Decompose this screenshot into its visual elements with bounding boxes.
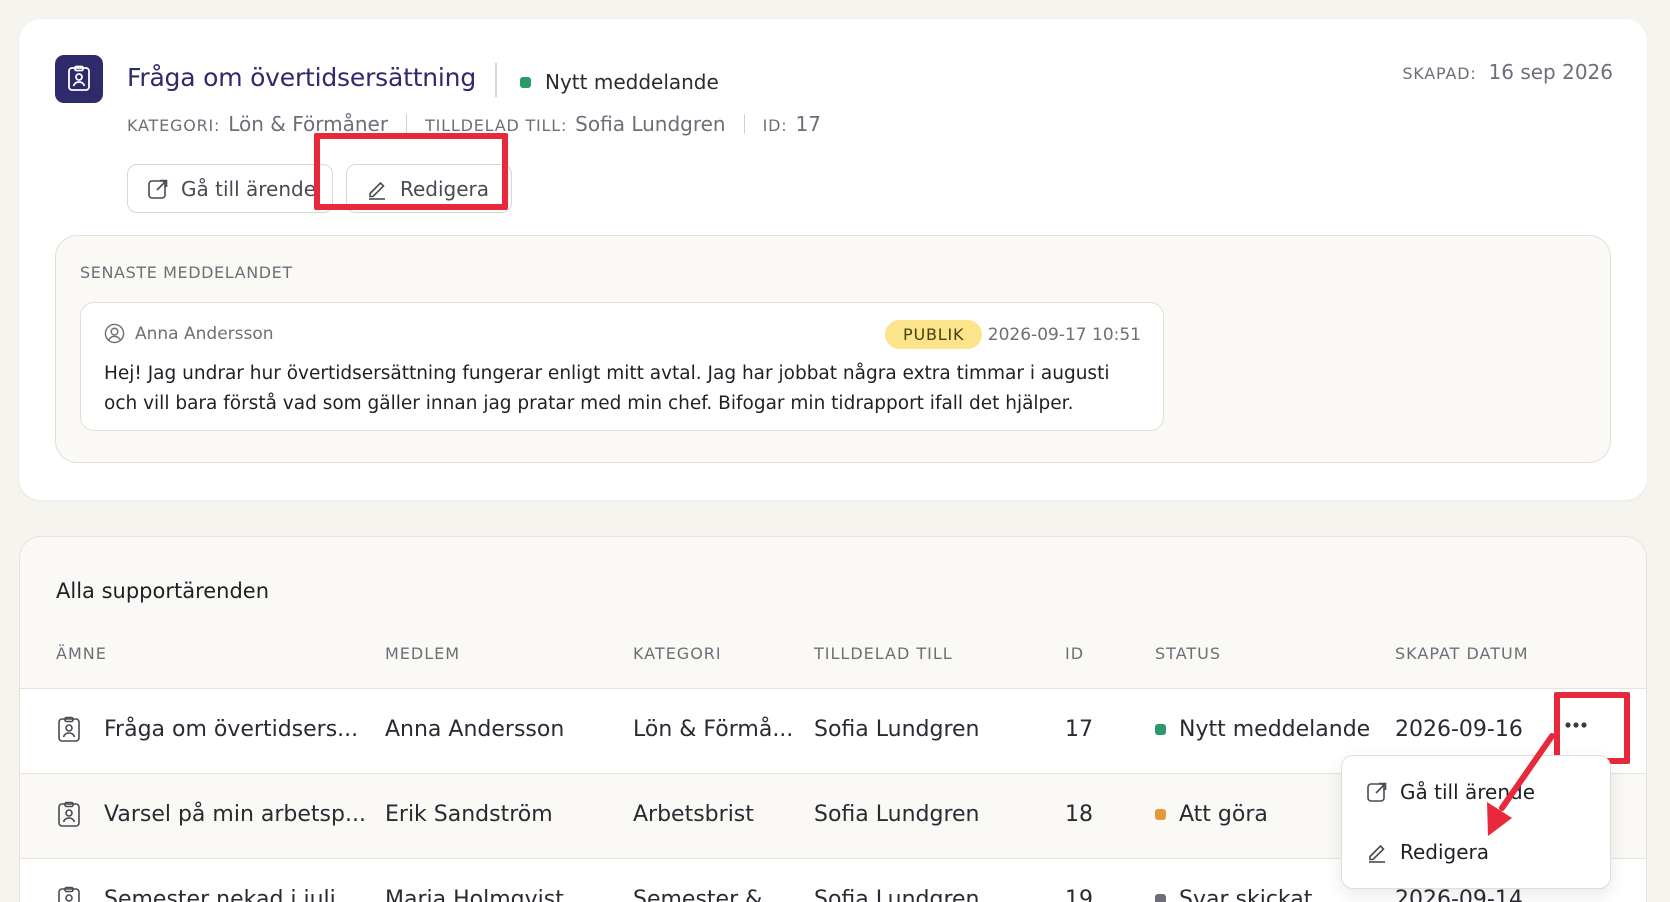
column-header-member[interactable]: MEDLEM — [385, 644, 460, 663]
ticket-title: Fråga om övertidsersättning — [127, 63, 476, 92]
status-dot — [1155, 809, 1166, 820]
ticket-meta: KATEGORI: Lön & Förmåner TILLDELAD TILL:… — [127, 112, 821, 136]
cell-status: Svar skickat — [1155, 887, 1312, 902]
ticket-icon — [58, 801, 80, 827]
column-header-id[interactable]: ID — [1065, 644, 1084, 663]
more-horizontal-icon — [1565, 722, 1587, 728]
menu-item-edit[interactable]: Redigera — [1366, 840, 1489, 864]
latest-message-section: SENASTE MEDDELANDET Anna Andersson PUBLI… — [55, 235, 1611, 463]
message-timestamp: 2026-09-17 10:51 — [987, 325, 1141, 345]
cell-subject: Semester nekad i juli — [104, 887, 336, 902]
cell-subject: Varsel på min arbetsp... — [104, 802, 366, 827]
meta-separator — [743, 114, 745, 134]
message-card: Anna Andersson PUBLIK 2026-09-17 10:51 H… — [80, 302, 1164, 431]
cell-status-label: Nytt meddelande — [1179, 717, 1371, 742]
ticket-icon — [58, 716, 80, 742]
status-dot — [1155, 724, 1166, 735]
cell-member: Erik Sandström — [385, 802, 553, 827]
message-body: Hej! Jag undrar hur övertidsersättning f… — [104, 363, 1110, 414]
category-label: KATEGORI: — [127, 116, 221, 135]
cell-status-label: Att göra — [1179, 802, 1268, 827]
created-value: 16 sep 2026 — [1488, 60, 1613, 84]
menu-item-goto-label: Gå till ärende — [1400, 780, 1535, 804]
cell-assigned: Sofia Lundgren — [814, 887, 980, 902]
assigned-value: Sofia Lundgren — [575, 112, 726, 136]
column-header-category[interactable]: KATEGORI — [633, 644, 722, 663]
created-label: SKAPAD: — [1402, 64, 1477, 83]
cell-created: 2026-09-16 — [1395, 717, 1523, 742]
cell-category: Lön & Förmå... — [633, 717, 794, 742]
column-header-assigned[interactable]: TILLDELAD TILL — [814, 644, 953, 663]
cell-assigned: Sofia Lundgren — [814, 802, 980, 827]
ticket-icon — [55, 55, 103, 103]
title-divider — [495, 63, 497, 97]
id-value: 17 — [795, 112, 821, 136]
message-author-name: Anna Andersson — [135, 323, 274, 344]
menu-item-goto-ticket[interactable]: Gå till ärende — [1366, 780, 1535, 804]
cell-subject: Fråga om övertidsers... — [104, 717, 359, 742]
edit-label: Redigera — [400, 176, 490, 201]
column-header-status[interactable]: STATUS — [1155, 644, 1221, 663]
cell-category: Arbetsbrist — [633, 802, 754, 827]
row-actions-menu: Gå till ärende Redigera — [1341, 755, 1611, 889]
cell-category: Semester & — [633, 887, 763, 902]
status-dot — [1155, 894, 1166, 902]
cell-id: 17 — [1065, 717, 1093, 742]
external-link-icon — [148, 179, 168, 199]
cell-status: Att göra — [1155, 802, 1268, 827]
table-header: ÄMNE MEDLEM KATEGORI TILLDELAD TILL ID S… — [20, 644, 1646, 674]
category-value: Lön & Förmåner — [228, 112, 389, 136]
ticket-detail-card: Fråga om övertidsersättning Nytt meddela… — [19, 19, 1647, 500]
meta-separator — [406, 114, 408, 134]
menu-item-edit-label: Redigera — [1400, 840, 1490, 864]
ticket-status: Nytt meddelande — [520, 70, 719, 94]
ticket-created: SKAPAD: 16 sep 2026 — [1402, 60, 1613, 84]
pencil-icon — [1369, 844, 1385, 863]
cell-member: Anna Andersson — [385, 717, 565, 742]
assigned-label: TILLDELAD TILL: — [425, 116, 568, 135]
pencil-icon — [369, 181, 385, 200]
cell-status: Nytt meddelande — [1155, 717, 1370, 742]
latest-message-heading: SENASTE MEDDELANDET — [80, 263, 293, 282]
cell-member: Maria Holmqvist — [385, 887, 564, 902]
status-dot — [520, 76, 531, 88]
id-label: ID: — [762, 116, 788, 135]
cell-created: 2026-09-14 — [1395, 887, 1523, 902]
cell-status-label: Svar skickat — [1179, 887, 1313, 902]
goto-ticket-label: Gå till ärende — [181, 176, 316, 201]
edit-button[interactable]: Redigera — [346, 164, 512, 213]
goto-ticket-button[interactable]: Gå till ärende — [127, 164, 333, 213]
user-icon — [104, 323, 125, 344]
ticket-status-label: Nytt meddelande — [545, 70, 719, 94]
cell-id: 19 — [1065, 887, 1093, 902]
column-header-subject[interactable]: ÄMNE — [56, 644, 107, 663]
list-title: Alla supportärenden — [56, 579, 270, 603]
row-actions-button[interactable] — [1554, 705, 1598, 745]
column-header-created[interactable]: SKAPAT DATUM — [1395, 644, 1529, 663]
external-link-icon — [1367, 782, 1387, 802]
cell-assigned: Sofia Lundgren — [814, 717, 980, 742]
visibility-badge: PUBLIK — [885, 320, 983, 349]
message-author: Anna Andersson — [104, 323, 274, 344]
cell-id: 18 — [1065, 802, 1093, 827]
ticket-icon — [58, 886, 80, 902]
